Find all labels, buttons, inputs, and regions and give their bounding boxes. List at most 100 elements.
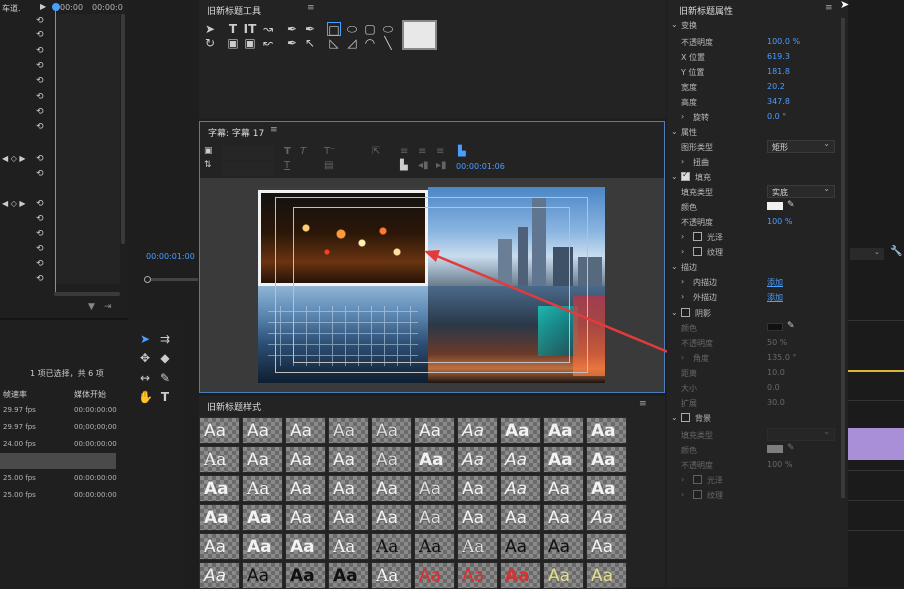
- style-swatch[interactable]: Aa: [199, 533, 240, 560]
- bold-icon[interactable]: T: [284, 146, 291, 157]
- texture-checkbox[interactable]: [693, 247, 702, 256]
- style-swatch[interactable]: Aa: [199, 475, 240, 502]
- background-heading[interactable]: 背景: [695, 413, 711, 424]
- reset-icon[interactable]: ⟲: [36, 76, 44, 86]
- reset-icon[interactable]: ⟲: [36, 122, 44, 132]
- style-swatch[interactable]: Aa: [414, 417, 455, 444]
- fill-chevron-icon[interactable]: ⌄: [671, 172, 678, 181]
- shadow-opacity-value[interactable]: 50 %: [767, 338, 787, 347]
- selection-tool-icon[interactable]: ➤: [203, 22, 217, 36]
- style-swatch[interactable]: Aa: [457, 417, 498, 444]
- shadow-angle-chevron-icon[interactable]: ›: [681, 353, 684, 362]
- rotation-value[interactable]: 0.0 °: [767, 112, 786, 121]
- style-swatch[interactable]: Aa: [371, 446, 412, 473]
- align-center-icon[interactable]: ≡: [418, 146, 426, 157]
- style-swatch[interactable]: Aa: [328, 417, 369, 444]
- wedge-tool-icon[interactable]: ◿: [345, 36, 359, 50]
- bg-texture-checkbox[interactable]: [693, 490, 702, 499]
- leading-icon[interactable]: ⇱: [372, 146, 380, 157]
- outer-stroke-chevron-icon[interactable]: ›: [681, 292, 684, 301]
- delete-anchor-tool-icon[interactable]: ✒: [303, 22, 317, 36]
- style-swatch[interactable]: Aa: [543, 562, 584, 589]
- ripple-edit-tool-icon[interactable]: ✥: [138, 351, 152, 365]
- style-swatch[interactable]: Aa: [242, 417, 283, 444]
- style-swatch[interactable]: Aa: [371, 475, 412, 502]
- style-swatch[interactable]: Aa: [242, 504, 283, 531]
- background-checkbox[interactable]: [681, 413, 690, 422]
- rotate-tool-icon[interactable]: ↻: [203, 36, 217, 50]
- style-swatch[interactable]: Aa: [371, 533, 412, 560]
- horizontal-scrollbar[interactable]: [54, 292, 120, 296]
- reset-icon[interactable]: ⟲: [36, 61, 44, 71]
- reset-icon[interactable]: ⟲: [36, 229, 44, 239]
- reset-icon[interactable]: ⟲: [36, 46, 44, 56]
- outer-stroke-add-link[interactable]: 添加: [767, 292, 783, 303]
- style-swatch[interactable]: Aa: [457, 446, 498, 473]
- style-swatch[interactable]: Aa: [586, 446, 627, 473]
- distort-chevron-icon[interactable]: ›: [681, 157, 684, 166]
- reset-icon[interactable]: ⟲: [36, 274, 44, 284]
- project-row[interactable]: 25.00 fps 00:00:00:00: [0, 472, 118, 486]
- shadow-angle-value[interactable]: 135.0 °: [767, 353, 796, 362]
- align-right-icon[interactable]: ≡: [436, 146, 444, 157]
- eyedropper-icon[interactable]: ✎: [787, 200, 795, 210]
- style-swatch[interactable]: Aa: [414, 475, 455, 502]
- fill-heading[interactable]: 填充: [695, 172, 711, 183]
- style-swatch[interactable]: Aa: [586, 562, 627, 589]
- new-title-icon[interactable]: ▣: [204, 146, 213, 156]
- style-swatch[interactable]: Aa: [500, 504, 541, 531]
- selection-tool-icon[interactable]: ➤: [138, 332, 152, 346]
- height-value[interactable]: 347.8: [767, 97, 790, 106]
- style-swatch[interactable]: Aa: [500, 533, 541, 560]
- style-swatch[interactable]: Aa: [543, 475, 584, 502]
- arc-tool-icon[interactable]: ◠: [363, 36, 377, 50]
- style-swatch[interactable]: Aa: [457, 533, 498, 560]
- wrench-icon[interactable]: 🔧: [890, 246, 902, 257]
- reset-icon[interactable]: ⟲: [36, 259, 44, 269]
- bg-sheen-chevron-icon[interactable]: ›: [681, 475, 684, 484]
- style-swatch[interactable]: Aa: [328, 504, 369, 531]
- style-swatch[interactable]: Aa: [285, 475, 326, 502]
- tab-stops-icon[interactable]: ▙: [400, 160, 408, 171]
- type-tool-icon[interactable]: T: [158, 390, 172, 404]
- style-swatch[interactable]: Aa: [414, 446, 455, 473]
- shadow-checkbox[interactable]: [681, 308, 690, 317]
- style-swatch[interactable]: Aa: [199, 446, 240, 473]
- rotation-chevron-icon[interactable]: ›: [681, 112, 684, 121]
- style-swatch[interactable]: Aa: [500, 475, 541, 502]
- style-swatch[interactable]: Aa: [543, 504, 584, 531]
- vertical-scrollbar[interactable]: [121, 14, 125, 244]
- style-swatch[interactable]: Aa: [199, 417, 240, 444]
- font-style-dropdown[interactable]: [222, 162, 274, 176]
- project-row-selected[interactable]: [0, 453, 116, 469]
- area-type-tool-icon[interactable]: ▣: [226, 36, 240, 50]
- convert-anchor-tool-icon[interactable]: ↖: [303, 36, 317, 50]
- program-scrub-handle[interactable]: [144, 276, 151, 283]
- style-swatch[interactable]: Aa: [285, 504, 326, 531]
- style-swatch[interactable]: Aa: [285, 417, 326, 444]
- keyframe-nav-icon[interactable]: ◀ ◇ ▶: [2, 154, 26, 163]
- reset-icon[interactable]: ⟲: [36, 16, 44, 26]
- playhead-marker[interactable]: [52, 3, 60, 11]
- roll-crawl-icon[interactable]: ⇅: [204, 160, 212, 170]
- style-swatch[interactable]: Aa: [242, 562, 283, 589]
- style-swatch[interactable]: Aa: [457, 562, 498, 589]
- style-swatch[interactable]: Aa: [500, 417, 541, 444]
- panel-menu-icon[interactable]: ≡: [639, 399, 647, 409]
- font-family-dropdown[interactable]: [222, 146, 274, 160]
- program-scrub-bar[interactable]: [146, 278, 198, 281]
- line-tool-icon[interactable]: ╲: [381, 36, 395, 50]
- background-video-icon[interactable]: ◂▮: [418, 160, 429, 171]
- style-swatch[interactable]: Aa: [328, 533, 369, 560]
- fill-type-dropdown[interactable]: 实底: [767, 184, 835, 198]
- style-swatch[interactable]: Aa: [371, 417, 412, 444]
- style-swatch[interactable]: Aa: [543, 446, 584, 473]
- sheen-chevron-icon[interactable]: ›: [681, 232, 684, 241]
- project-row[interactable]: 29.97 fps 00:00:00:00: [0, 404, 118, 418]
- style-swatch[interactable]: Aa: [328, 446, 369, 473]
- underline-icon[interactable]: T: [284, 160, 290, 171]
- style-swatch[interactable]: Aa: [285, 446, 326, 473]
- path-type-tool-icon[interactable]: ↝: [261, 22, 275, 36]
- track-dropdown[interactable]: ⌄: [850, 248, 884, 260]
- eyedropper-icon[interactable]: ✎: [787, 443, 795, 453]
